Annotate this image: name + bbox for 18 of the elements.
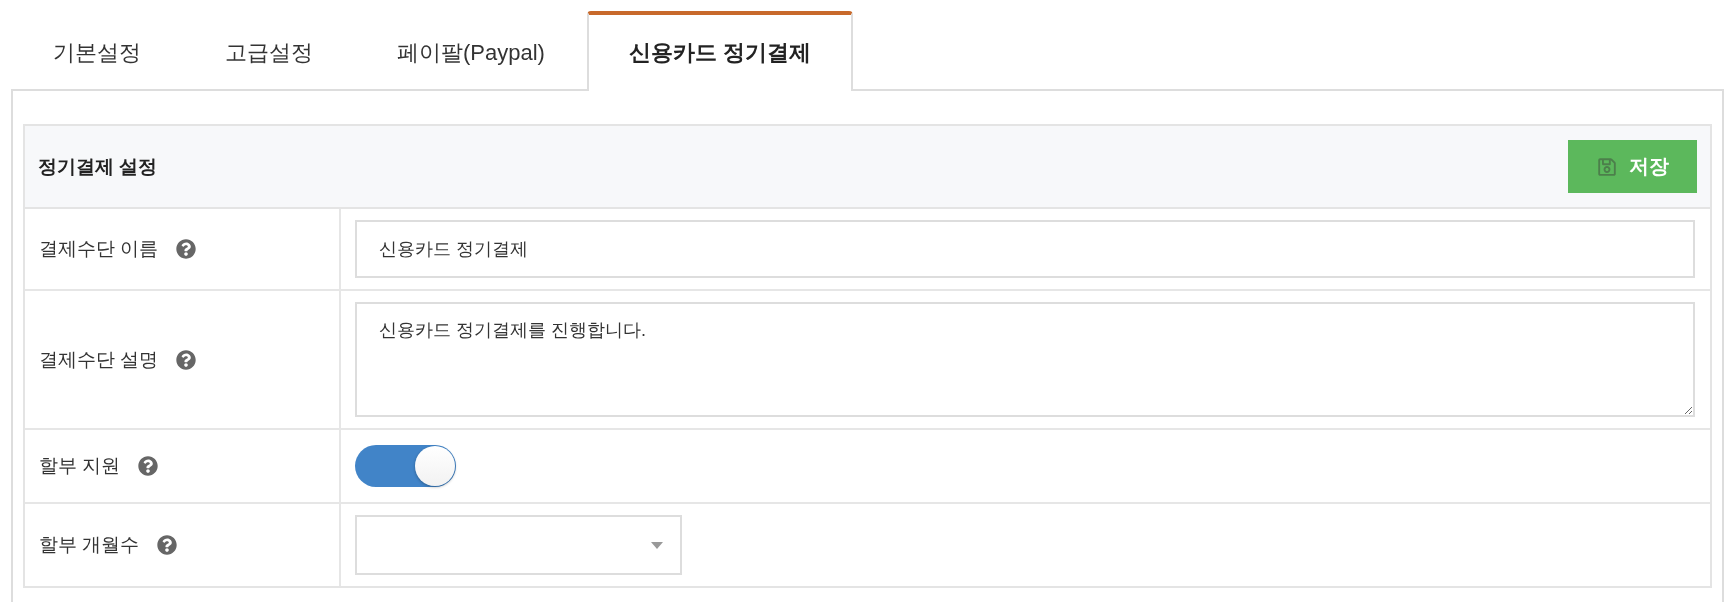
field-label: 할부 개월수 — [39, 533, 140, 557]
field-label: 할부 지원 — [39, 454, 121, 478]
textarea-field[interactable]: 신용카드 정기결제를 진행합니다. — [355, 302, 1695, 417]
caret-icon — [651, 541, 663, 549]
help-icon[interactable] — [176, 349, 197, 370]
tab[interactable]: 기본설정 — [11, 11, 183, 91]
help-icon[interactable] — [138, 456, 159, 476]
field-label: 결제수단 이름 — [39, 237, 159, 261]
text-field[interactable]: 신용카드 정기결제 — [355, 220, 1695, 278]
tab[interactable]: 신용카드 정기결제 — [586, 11, 854, 91]
field-label: 결제수단 설명 — [39, 347, 159, 372]
help-icon[interactable] — [157, 535, 178, 555]
select-field[interactable] — [355, 515, 682, 575]
tab[interactable]: 고급설정 — [183, 11, 355, 91]
toggle-switch[interactable] — [355, 445, 456, 487]
tab[interactable]: 페이팔(Paypal) — [355, 11, 587, 91]
help-icon[interactable] — [176, 239, 197, 259]
card-title: 정기결제 설정 — [38, 154, 158, 179]
